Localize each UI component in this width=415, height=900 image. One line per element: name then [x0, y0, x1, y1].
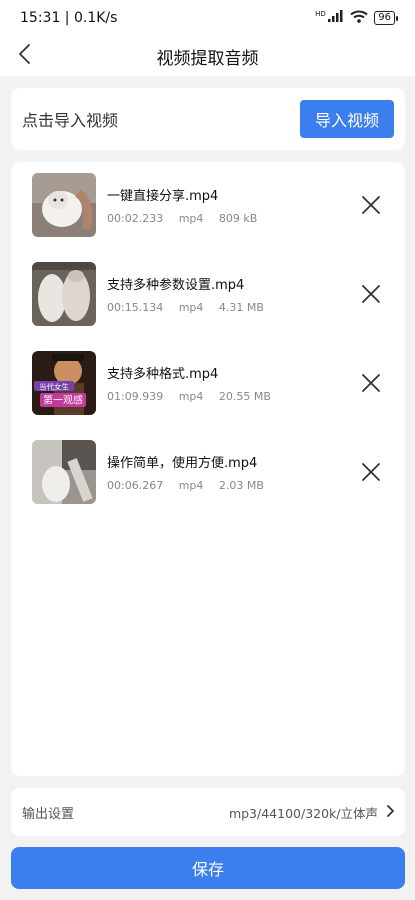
import-card: 点击导入视频 导入视频: [11, 88, 405, 150]
output-settings-value: mp3/44100/320k/立体声: [228, 805, 378, 821]
video-meta: 00:02.233 mp4 809 kB: [107, 212, 360, 225]
import-video-button[interactable]: 导入视频: [300, 100, 394, 138]
video-item[interactable]: 一键直接分享.mp4 00:02.233 mp4 809 kB: [32, 173, 382, 237]
video-info: 支持多种参数设置.mp4 00:15.134 mp4 4.31 MB: [107, 274, 360, 314]
video-format: mp4: [178, 479, 204, 492]
video-format: mp4: [178, 301, 204, 314]
save-button[interactable]: 保存: [11, 847, 405, 889]
close-icon[interactable]: [360, 283, 382, 305]
wifi-icon: [350, 10, 368, 27]
video-size: 20.55 MB: [218, 390, 271, 403]
video-size: 4.31 MB: [218, 301, 264, 314]
video-name: 一键直接分享.mp4: [107, 189, 219, 204]
import-label: 点击导入视频: [22, 111, 119, 130]
video-duration: 00:06.267: [107, 479, 164, 492]
status-time-speed: 15:31 | 0.1K/s: [20, 10, 118, 26]
video-thumbnail: 当代女生 第一观感: [32, 351, 96, 415]
page-title: 视频提取音频: [156, 48, 259, 69]
video-format: mp4: [178, 212, 204, 225]
close-icon[interactable]: [360, 194, 382, 216]
video-item[interactable]: 当代女生 第一观感 支持多种格式.mp4 01:09.939 mp4 20.55…: [32, 351, 382, 415]
output-settings-value-group: mp3/44100/320k/立体声: [229, 803, 394, 822]
close-icon[interactable]: [360, 372, 382, 394]
video-meta: 00:06.267 mp4 2.03 MB: [107, 479, 360, 492]
video-duration: 00:15.134: [107, 301, 164, 314]
video-info: 操作简单，使用方便.mp4 00:06.267 mp4 2.03 MB: [107, 452, 360, 492]
video-thumbnail: [32, 440, 96, 504]
thumb-caption-line2: 第一观感: [43, 394, 83, 407]
chevron-right-icon: [386, 804, 394, 820]
hd-badge: HD: [315, 10, 326, 18]
output-settings-row[interactable]: 输出设置 mp3/44100/320k/立体声: [11, 788, 405, 836]
status-bar: 15:31 | 0.1K/s HD 96: [0, 0, 415, 36]
video-info: 支持多种格式.mp4 01:09.939 mp4 20.55 MB: [107, 363, 360, 403]
output-settings-label: 输出设置: [22, 806, 75, 822]
status-icons: HD 96: [315, 10, 398, 27]
app-header: 视频提取音频: [0, 36, 415, 76]
video-name: 支持多种格式.mp4: [107, 367, 219, 382]
video-size: 809 kB: [218, 212, 258, 225]
video-duration: 00:02.233: [107, 212, 164, 225]
video-name: 操作简单，使用方便.mp4: [107, 456, 258, 471]
video-meta: 00:15.134 mp4 4.31 MB: [107, 301, 360, 314]
video-item[interactable]: 操作简单，使用方便.mp4 00:06.267 mp4 2.03 MB: [32, 440, 382, 504]
back-icon[interactable]: [14, 42, 38, 66]
thumb-caption-line1: 当代女生: [39, 382, 69, 392]
video-list: 一键直接分享.mp4 00:02.233 mp4 809 kB 支持多种参数设置…: [11, 162, 405, 776]
video-size: 2.03 MB: [218, 479, 264, 492]
video-name: 支持多种参数设置.mp4: [107, 278, 245, 293]
close-icon[interactable]: [360, 461, 382, 483]
video-thumbnail: [32, 262, 96, 326]
video-duration: 01:09.939: [107, 390, 164, 403]
signal-icon: HD: [315, 10, 344, 26]
video-thumbnail: [32, 173, 96, 237]
battery-icon: 96: [374, 11, 398, 25]
video-info: 一键直接分享.mp4 00:02.233 mp4 809 kB: [107, 185, 360, 225]
video-item[interactable]: 支持多种参数设置.mp4 00:15.134 mp4 4.31 MB: [32, 262, 382, 326]
video-format: mp4: [178, 390, 204, 403]
video-meta: 01:09.939 mp4 20.55 MB: [107, 390, 360, 403]
